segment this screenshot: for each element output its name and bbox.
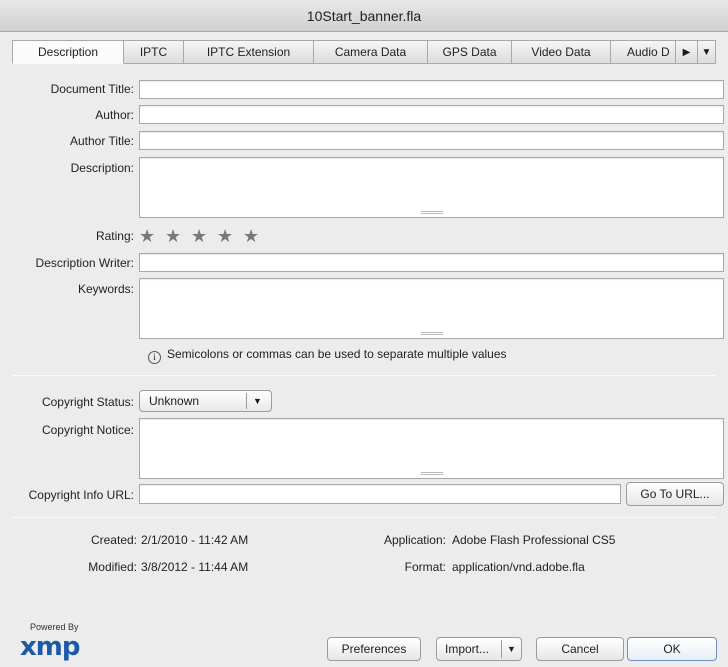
xmp-logo: xmp [20, 632, 80, 662]
window-title: 10Start_banner.fla [0, 0, 728, 32]
description-label: Description: [70, 161, 134, 175]
document-title-label: Document Title: [50, 82, 134, 96]
application-label: Application: [383, 533, 446, 547]
cancel-button[interactable]: Cancel [536, 637, 624, 661]
format-label: Format: [404, 560, 446, 574]
chevron-down-icon[interactable]: ▼ [507, 638, 516, 660]
copyright-status-select[interactable]: Unknown ▼ [139, 390, 272, 412]
tab-iptc[interactable]: IPTC [124, 40, 184, 64]
rating-star-5-icon[interactable]: ★ [243, 226, 259, 246]
resize-grip-icon[interactable] [420, 211, 443, 214]
tab-audio-data[interactable]: Audio D [611, 40, 676, 64]
tab-menu-button[interactable]: ▼ [698, 40, 716, 64]
section-divider [12, 375, 716, 376]
copyright-notice-label: Copyright Notice: [41, 423, 134, 437]
resize-grip-icon[interactable] [420, 472, 443, 475]
tab-description[interactable]: Description [12, 40, 124, 64]
rating-star-3-icon[interactable]: ★ [191, 226, 207, 246]
keywords-label: Keywords: [77, 282, 134, 296]
tab-video-data[interactable]: Video Data [512, 40, 611, 64]
tab-iptc-extension[interactable]: IPTC Extension [184, 40, 314, 64]
description-textarea[interactable] [139, 157, 724, 218]
section-divider [12, 517, 716, 518]
xmp-file-info-dialog: 10Start_banner.fla Description IPTC IPTC… [0, 0, 728, 667]
created-value: 2/1/2010 - 11:42 AM [141, 533, 249, 547]
rating-star-2-icon[interactable]: ★ [165, 226, 181, 246]
keywords-hint: i Semicolons or commas can be used to sep… [148, 347, 507, 364]
rating-star-1-icon[interactable]: ★ [139, 226, 155, 246]
author-label: Author: [95, 108, 134, 122]
preferences-button[interactable]: Preferences [327, 637, 421, 661]
keywords-textarea[interactable] [139, 278, 724, 339]
description-writer-label: Description Writer: [35, 256, 134, 270]
down-triangle-icon: ▼ [701, 46, 712, 58]
author-title-input[interactable] [139, 131, 724, 150]
tab-scroll-right-button[interactable]: ▶ [676, 40, 698, 64]
info-icon: i [148, 351, 161, 364]
author-title-label: Author Title: [69, 134, 134, 148]
import-button-label: Import... [445, 642, 490, 656]
tab-gps-data[interactable]: GPS Data [428, 40, 512, 64]
right-triangle-icon: ▶ [682, 46, 691, 58]
document-title-input[interactable] [139, 80, 724, 99]
modified-value: 3/8/2012 - 11:44 AM [141, 560, 249, 574]
copyright-notice-textarea[interactable] [139, 418, 724, 479]
tab-bar: Description IPTC IPTC Extension Camera D… [12, 40, 716, 64]
copyright-status-value: Unknown [149, 394, 200, 408]
description-writer-input[interactable] [139, 253, 724, 272]
go-to-url-button[interactable]: Go To URL... [626, 482, 724, 506]
copyright-url-input[interactable] [139, 484, 621, 504]
copyright-url-label: Copyright Info URL: [28, 488, 134, 502]
tab-camera-data[interactable]: Camera Data [314, 40, 428, 64]
created-label: Created: [90, 533, 137, 547]
format-value: application/vnd.adobe.fla [452, 560, 585, 574]
select-separator [246, 393, 247, 409]
chevron-down-icon: ▼ [253, 396, 262, 406]
modified-label: Modified: [88, 560, 137, 574]
rating-label: Rating: [95, 229, 134, 243]
copyright-status-label: Copyright Status: [41, 395, 134, 409]
ok-button[interactable]: OK [627, 637, 717, 661]
resize-grip-icon[interactable] [420, 332, 443, 335]
keywords-hint-text: Semicolons or commas can be used to sepa… [167, 347, 507, 361]
powered-by-text: Powered By [30, 622, 79, 632]
import-button[interactable]: Import... ▼ [436, 637, 522, 661]
author-input[interactable] [139, 105, 724, 124]
application-value: Adobe Flash Professional CS5 [452, 533, 616, 547]
rating-star-4-icon[interactable]: ★ [217, 226, 233, 246]
import-split-separator [501, 640, 502, 658]
